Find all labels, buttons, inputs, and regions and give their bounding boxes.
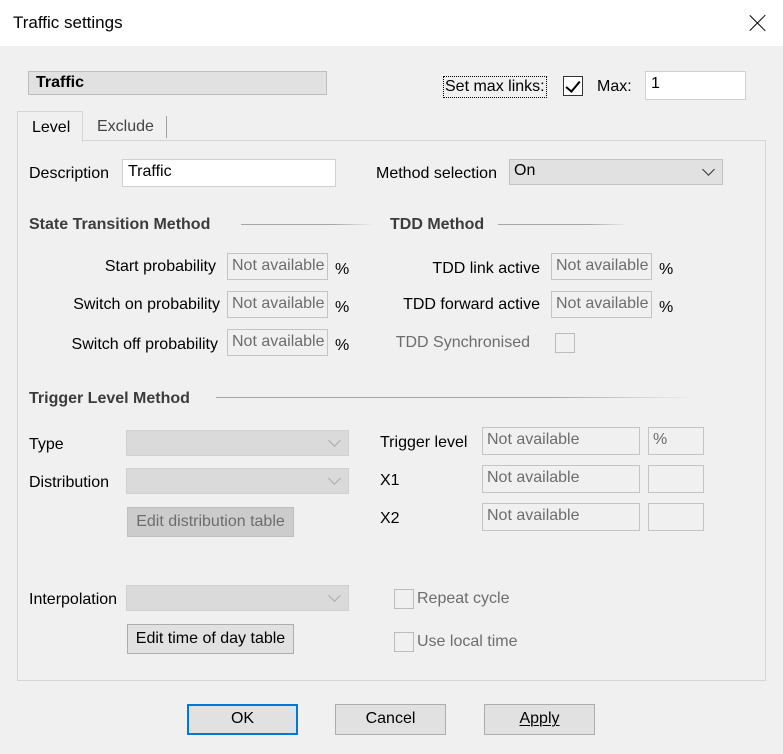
type-label: Type: [29, 436, 64, 453]
x2-label: X2: [380, 510, 400, 527]
start-probability-label: Start probability: [104, 258, 216, 275]
interpolation-dropdown[interactable]: [126, 585, 349, 611]
trigger-level-label: Trigger level: [380, 434, 468, 451]
use-local-time-checkbox[interactable]: [394, 632, 414, 652]
ok-button[interactable]: OK: [187, 704, 298, 735]
tdd-synchronised-checkbox[interactable]: [555, 333, 575, 353]
switch-on-probability-field: Not available: [227, 291, 328, 318]
apply-button[interactable]: Apply: [484, 704, 595, 735]
repeat-cycle-checkbox[interactable]: [394, 589, 414, 609]
cancel-button[interactable]: Cancel: [335, 704, 446, 735]
use-local-time-label: Use local time: [417, 633, 518, 650]
window-title: Traffic settings: [13, 13, 123, 32]
description-input[interactable]: Traffic: [122, 159, 336, 187]
section-divider: [241, 224, 373, 225]
method-selection-label: Method selection: [376, 165, 497, 182]
edit-distribution-table-button[interactable]: Edit distribution table: [127, 507, 294, 537]
edit-time-of-day-table-button[interactable]: Edit time of day table: [127, 624, 294, 654]
close-icon[interactable]: [746, 11, 770, 35]
set-max-links-label[interactable]: Set max links:: [443, 76, 547, 98]
x1-field: Not available: [482, 465, 640, 493]
title-bar: Traffic settings: [0, 0, 783, 46]
chevron-down-icon: [328, 434, 341, 447]
start-probability-unit: %: [335, 261, 350, 278]
tdd-forward-active-label: TDD forward active: [403, 296, 540, 313]
chevron-down-icon: [328, 472, 341, 485]
x1-label: X1: [380, 472, 400, 489]
switch-off-probability-label: Switch off probability: [71, 336, 218, 353]
group-title: Traffic: [28, 71, 327, 95]
tdd-link-active-unit: %: [659, 261, 674, 278]
trigger-level-heading: Trigger Level Method: [29, 390, 190, 407]
state-transition-heading: State Transition Method: [29, 216, 211, 233]
set-max-links-checkbox[interactable]: [563, 76, 583, 96]
distribution-label: Distribution: [29, 474, 110, 491]
tab-exclude[interactable]: Exclude: [97, 118, 154, 136]
trigger-level-unit-field: %: [648, 427, 704, 455]
tdd-link-active-label: TDD link active: [432, 260, 540, 277]
tab-separator: [166, 116, 167, 138]
chevron-down-icon: [328, 589, 341, 602]
x2-field: Not available: [482, 503, 640, 531]
tdd-heading: TDD Method: [390, 216, 485, 233]
start-probability-field: Not available: [227, 253, 328, 280]
tdd-synchronised-label: TDD Synchronised: [395, 334, 530, 351]
tdd-forward-active-field: Not available: [551, 291, 652, 318]
x1-unit-field: [648, 465, 704, 493]
max-label: Max:: [597, 78, 632, 95]
section-divider: [216, 397, 696, 398]
switch-off-probability-unit: %: [335, 337, 350, 354]
description-label: Description: [29, 165, 110, 182]
tab-level[interactable]: Level: [17, 111, 83, 142]
trigger-level-field: Not available: [482, 427, 640, 455]
tdd-link-active-field: Not available: [551, 253, 652, 280]
tdd-forward-active-unit: %: [659, 299, 674, 316]
max-input[interactable]: 1: [645, 71, 746, 100]
switch-off-probability-field: Not available: [227, 329, 328, 356]
chevron-down-icon: [702, 163, 715, 176]
x2-unit-field: [648, 503, 704, 531]
method-selection-value: On: [514, 162, 536, 179]
type-dropdown[interactable]: [126, 430, 349, 456]
section-divider: [498, 224, 628, 225]
switch-on-probability-label: Switch on probability: [73, 296, 220, 313]
method-selection-dropdown[interactable]: On: [509, 159, 723, 185]
distribution-dropdown[interactable]: [126, 468, 349, 494]
switch-on-probability-unit: %: [335, 299, 350, 316]
interpolation-label: Interpolation: [29, 591, 118, 608]
repeat-cycle-label: Repeat cycle: [417, 590, 510, 607]
